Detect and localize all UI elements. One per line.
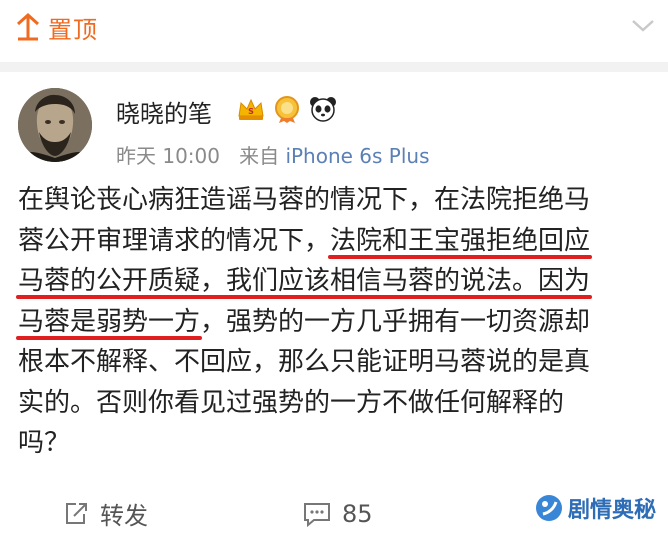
post-line: 吗？ (18, 423, 654, 464)
highlighted-text: 马蓉是弱势一方 (18, 306, 201, 337)
post-meta: 昨天 10:00 来自 iPhone 6s Plus (116, 140, 430, 169)
post-body: 在舆论丧心病狂造谣马蓉的情况下，在法院拒绝马 蓉公开审理请求的情况下，法院和王宝… (18, 180, 654, 464)
post-text: 吗？ (18, 428, 71, 458)
crown-badge-icon[interactable]: S (236, 94, 266, 124)
post-text: 根本不解释、不回应，那么只能证明马蓉说的是真 (18, 347, 591, 377)
top-bar: 置顶 (0, 0, 668, 62)
post-text: ，强势的一方几乎拥有一切资源却 (200, 306, 591, 337)
author-badges: S (236, 94, 338, 124)
watermark: 剧情奥秘 (534, 492, 656, 524)
comment-button[interactable]: 85 (302, 486, 373, 541)
post-line: 在舆论丧心病狂造谣马蓉的情况下，在法院拒绝马 (18, 180, 654, 221)
post-line: 马蓉的公开质疑，我们应该相信马蓉的说法。因为 (18, 261, 654, 302)
highlighted-text: 马蓉的公开质疑，我们应该相信马蓉的说法。因为 (18, 266, 591, 296)
repost-button[interactable]: 转发 (62, 486, 148, 541)
author-avatar[interactable] (18, 88, 92, 162)
source-prefix: 来自 (239, 144, 280, 168)
pin-top-label: 置顶 (48, 16, 98, 44)
post-line: 蓉公开审理请求的情况下，法院和王宝强拒绝回应 (18, 221, 654, 262)
post-line: 马蓉是弱势一方，强势的一方几乎拥有一切资源却 (18, 302, 654, 343)
repost-icon (66, 502, 87, 524)
post-line: 根本不解释、不回应，那么只能证明马蓉说的是真 (18, 342, 654, 383)
post-text: 蓉公开审理请求的情况下， (18, 225, 331, 256)
medal-badge-icon[interactable] (272, 94, 302, 124)
post-line: 实的。否则你看见过强势的一方不做任何解释的 (18, 383, 654, 424)
author-name[interactable]: 晓晓的笔 (116, 94, 212, 129)
svg-text:S: S (248, 107, 254, 116)
post-source[interactable]: iPhone 6s Plus (285, 144, 429, 168)
comment-count: 85 (342, 499, 373, 528)
chevron-down-icon[interactable] (630, 14, 656, 36)
panda-badge-icon[interactable] (308, 94, 338, 124)
repost-label: 转发 (100, 502, 148, 530)
watermark-text: 剧情奥秘 (567, 498, 656, 523)
section-divider (0, 62, 668, 72)
highlighted-text: 法院和王宝强拒绝回应 (330, 225, 591, 256)
post-text: 在舆论丧心病狂造谣马蓉的情况下，在法院拒绝马 (18, 185, 591, 215)
comment-icon (304, 502, 330, 527)
pin-top-icon (16, 12, 40, 41)
post-time: 昨天 10:00 (116, 144, 220, 168)
post-text: 实的。否则你看见过强势的一方不做任何解释的 (18, 387, 565, 418)
watermark-logo-icon (535, 495, 562, 521)
